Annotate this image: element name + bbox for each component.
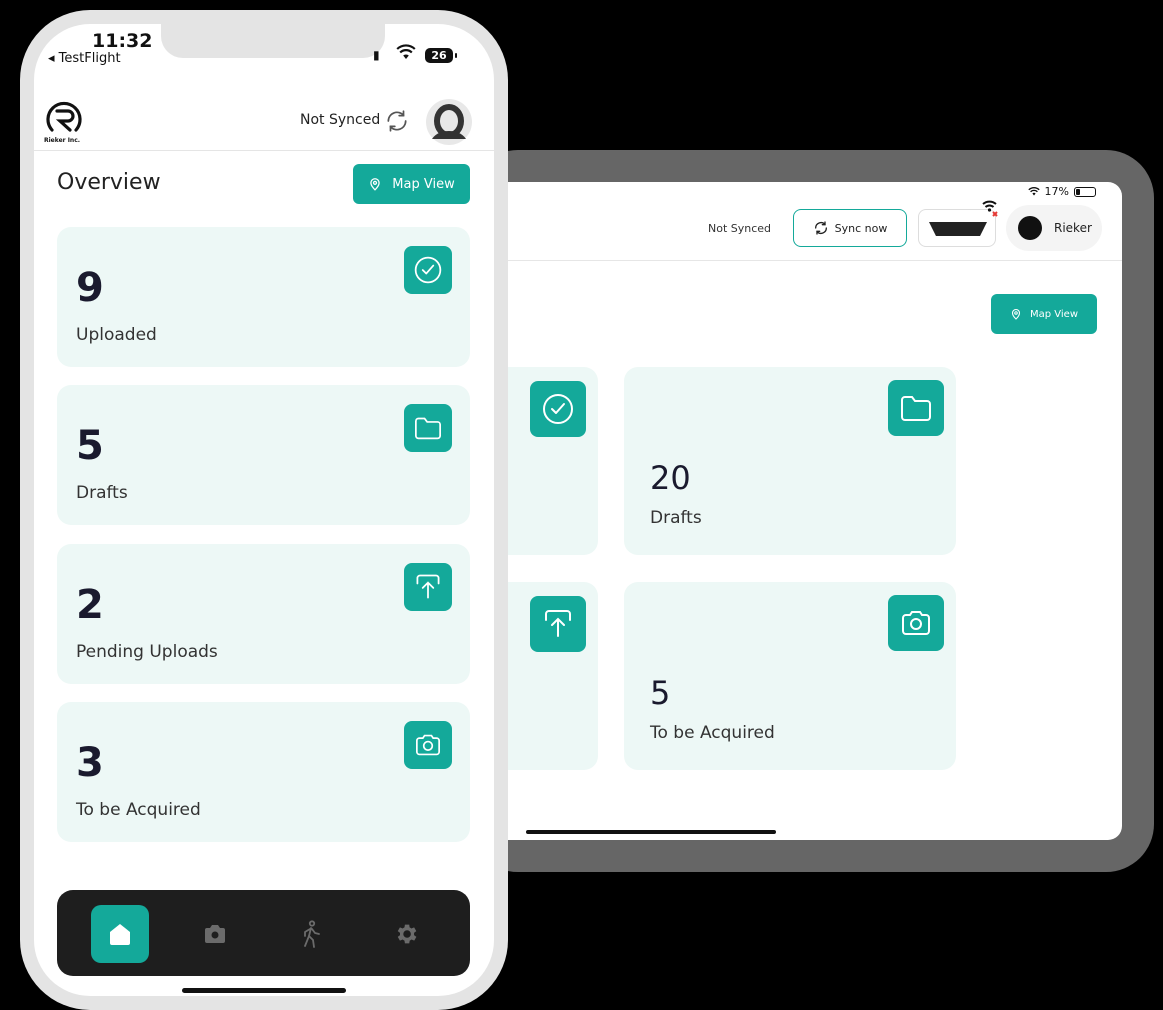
pending-uploads-card[interactable]: 2 Pending Uploads xyxy=(57,544,470,684)
to-be-acquired-label: To be Acquired xyxy=(650,723,775,743)
drafts-label: Drafts xyxy=(76,483,128,503)
map-view-button[interactable]: Map View xyxy=(353,164,470,204)
nav-activity[interactable] xyxy=(282,905,340,963)
phone-header xyxy=(34,94,494,151)
pending-uploads-label: Pending Uploads xyxy=(76,642,218,662)
sync-icon xyxy=(814,221,827,235)
avatar[interactable] xyxy=(426,99,472,145)
phone-screen: 11:32 ◂ TestFlight ▮ 26 Rieker Inc. Not … xyxy=(34,24,494,996)
sync-status: Not Synced xyxy=(300,112,381,128)
back-to-testflight[interactable]: ◂ TestFlight xyxy=(48,51,121,66)
gear-icon xyxy=(397,924,417,944)
camera-icon xyxy=(888,595,944,651)
drafts-label: Drafts xyxy=(650,508,702,528)
uploaded-count: 9 xyxy=(76,265,104,311)
tablet-header: Not Synced Sync now Rieker xyxy=(490,182,1122,261)
user-icon xyxy=(427,100,471,144)
location-pin-icon xyxy=(1011,308,1021,320)
sync-now-label: Sync now xyxy=(834,221,888,235)
location-pin-icon xyxy=(370,178,381,191)
nav-home[interactable] xyxy=(91,905,149,963)
bottom-nav xyxy=(57,890,470,976)
home-icon xyxy=(110,924,130,945)
wifi-icon xyxy=(396,44,416,59)
drafts-count: 20 xyxy=(650,459,691,497)
map-view-label: Map View xyxy=(392,176,455,192)
drafts-card[interactable]: 20 Drafts xyxy=(624,367,956,555)
nav-settings[interactable] xyxy=(377,905,435,963)
drafts-count: 5 xyxy=(76,423,104,469)
upload-icon xyxy=(530,596,586,652)
map-view-button[interactable]: Map View xyxy=(991,294,1097,334)
upload-icon xyxy=(404,563,452,611)
battery-icon: 26 xyxy=(425,48,457,63)
home-indicator xyxy=(182,988,346,993)
folder-icon xyxy=(888,380,944,436)
to-be-acquired-card[interactable]: 5 To be Acquired xyxy=(624,582,956,770)
home-indicator xyxy=(526,830,776,834)
tablet-device: 17% Not Synced Sync now Rieker Map View … xyxy=(470,150,1154,872)
device-icon xyxy=(929,222,987,236)
sync-status: Not Synced xyxy=(708,222,772,235)
notch xyxy=(161,24,385,58)
to-be-acquired-count: 3 xyxy=(76,740,104,786)
folder-icon xyxy=(404,404,452,452)
walking-person-icon xyxy=(304,920,320,948)
user-menu[interactable]: Rieker xyxy=(1006,205,1102,251)
map-view-label: Map View xyxy=(1029,308,1078,320)
sync-icon[interactable] xyxy=(384,108,410,134)
signal-icon: ▮ xyxy=(373,48,380,62)
check-circle-icon xyxy=(530,381,586,437)
pending-uploads-count: 2 xyxy=(76,582,104,628)
camera-icon xyxy=(205,925,225,943)
user-name: Rieker xyxy=(1054,221,1092,235)
camera-icon xyxy=(404,721,452,769)
phone-device: 11:32 ◂ TestFlight ▮ 26 Rieker Inc. Not … xyxy=(20,10,508,1010)
avatar xyxy=(1018,216,1042,240)
sync-now-button[interactable]: Sync now xyxy=(793,209,907,247)
to-be-acquired-card[interactable]: 3 To be Acquired xyxy=(57,702,470,842)
uploaded-card[interactable]: 9 Uploaded xyxy=(57,227,470,367)
wifi-disconnected-icon xyxy=(982,200,998,217)
status-time: 11:32 xyxy=(92,30,153,52)
to-be-acquired-count: 5 xyxy=(650,674,671,712)
uploaded-label: Uploaded xyxy=(76,325,157,345)
check-circle-icon xyxy=(404,246,452,294)
to-be-acquired-label: To be Acquired xyxy=(76,800,201,820)
tablet-screen: 17% Not Synced Sync now Rieker Map View … xyxy=(490,182,1122,840)
drafts-card[interactable]: 5 Drafts xyxy=(57,385,470,525)
company-name: Rieker Inc. xyxy=(44,137,81,144)
page-title: Overview xyxy=(57,170,161,195)
rieker-logo-icon xyxy=(46,101,82,132)
nav-camera[interactable] xyxy=(186,905,244,963)
